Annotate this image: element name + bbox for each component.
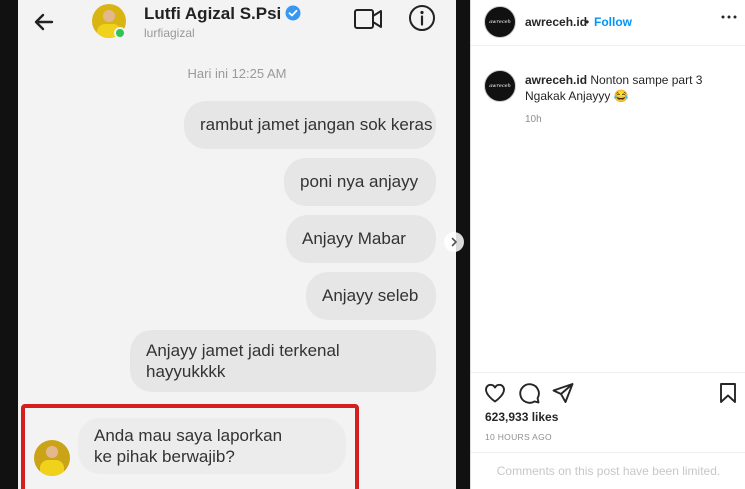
online-status-dot [114,27,126,39]
caption-username[interactable]: awreceh.id [525,73,587,87]
post-media: Lutfi Agizal S.Psi lurfiagizal Hari ini … [0,0,470,489]
dm-screenshot: Lutfi Agizal S.Psi lurfiagizal Hari ini … [18,0,456,489]
message-line: Anda mau saya laporkan [94,426,283,445]
message-bubble: rambut jamet jangan sok keras [184,101,436,149]
heart-icon[interactable] [483,381,507,405]
info-icon [409,5,435,31]
caption-avatar[interactable]: awreceh [484,70,516,102]
profile-avatar[interactable]: awreceh [484,6,516,38]
message-line: ke pihak berwajib? [94,447,235,466]
chevron-right-icon [451,237,457,247]
post-age: 10 HOURS AGO [485,432,552,442]
post-username[interactable]: awreceh.id [525,15,587,29]
paper-plane-icon[interactable] [551,381,575,405]
message-bubble: Anjayy jamet jadi terkenal hayyukkkk [130,330,436,392]
chat-timestamp: Hari ini 12:25 AM [187,66,287,81]
separator-dot: • [585,15,590,29]
divider [471,452,745,453]
contact-username: lurfiagizal [144,26,195,40]
more-horizontal-icon[interactable] [721,14,737,20]
bookmark-icon[interactable] [716,381,740,405]
comments-limited-notice: Comments on this post have been limited. [496,464,721,478]
brand-logo: awreceh [489,83,511,89]
divider [471,45,745,46]
message-bubble: poni nya anjayy [284,158,436,206]
caption-time: 10h [525,114,542,125]
reply-bubble: Anda mau saya laporkan ke pihak berwajib… [78,418,346,474]
message-bubble: Anjayy seleb [306,272,436,320]
message-bubble: Anjayy Mabar [286,215,436,263]
comment-icon[interactable] [517,381,541,405]
verified-badge-icon [285,5,301,21]
next-slide-button[interactable] [444,232,464,252]
post-sidebar: awreceh awreceh.id • Follow awreceh awre… [470,0,745,489]
message-line: hayyukkkk [146,362,226,381]
contact-avatar-small [34,440,70,476]
chat-header: Lutfi Agizal S.Psi lurfiagizal [18,0,456,52]
contact-name: Lutfi Agizal S.Psi [144,4,282,23]
arrow-left-icon [34,13,54,31]
like-count[interactable]: 623,933 likes [485,410,558,424]
follow-button[interactable]: Follow [594,15,632,29]
post-caption: awreceh.id Nonton sampe part 3 Ngakak An… [525,72,735,104]
brand-logo: awreceh [489,19,511,25]
video-call-icon [354,9,382,29]
message-line: Anjayy jamet jadi terkenal [146,341,340,360]
divider [471,372,745,373]
